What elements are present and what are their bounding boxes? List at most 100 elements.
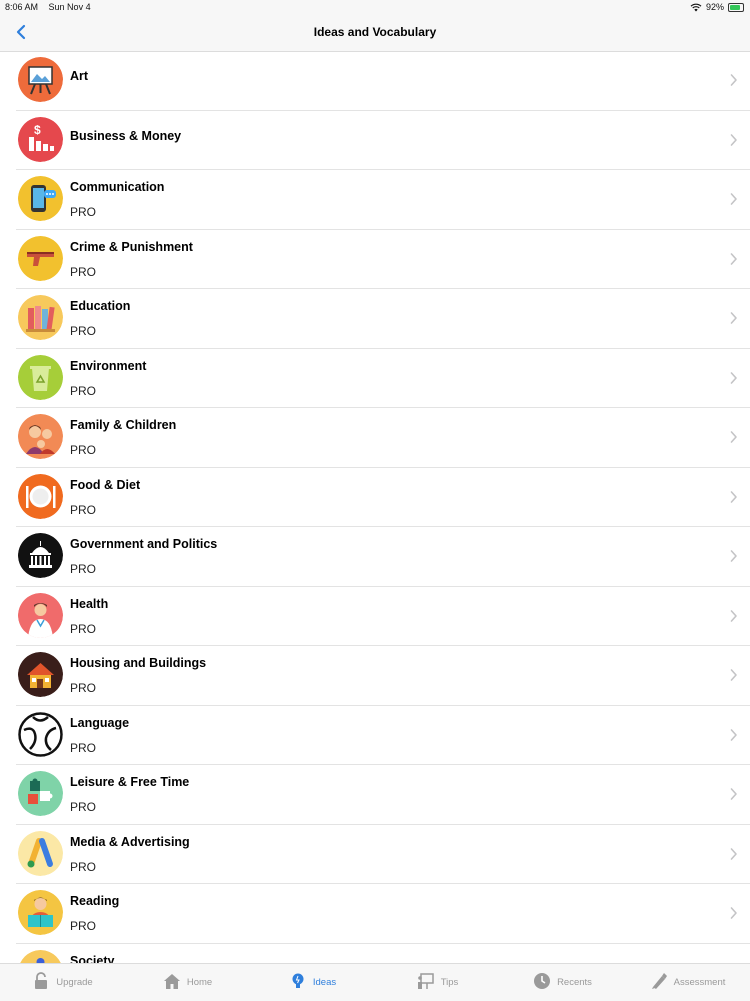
pro-badge: PRO <box>70 681 97 695</box>
phone-chat-icon <box>18 176 63 221</box>
chevron-right-icon <box>730 906 738 920</box>
tab-bar: Upgrade Home Ideas Tips Recents Assessment <box>0 963 750 1001</box>
status-bar: 8:06 AM Sun Nov 4 92% <box>0 0 750 14</box>
doctor-icon <box>18 592 63 638</box>
list-item[interactable]: Education PRO <box>16 289 750 349</box>
list-item-title: Communication <box>70 180 165 194</box>
pro-badge: PRO <box>70 502 97 517</box>
pro-badge: PRO <box>70 859 97 874</box>
list-item-title: Food & Diet <box>70 477 141 492</box>
battery-percent: 92% <box>705 2 724 12</box>
list-item[interactable]: Art <box>16 51 750 111</box>
presentation-icon <box>417 972 435 993</box>
list-item[interactable]: Food & Diet PRO <box>16 468 750 527</box>
list-item-title: Environment <box>70 358 147 373</box>
family-icon <box>18 414 63 459</box>
pro-badge: PRO <box>70 205 97 219</box>
tab-label: Ideas <box>312 977 337 988</box>
chevron-right-icon <box>730 133 738 147</box>
plate-icon <box>18 473 63 519</box>
list-item[interactable]: Housing and Buildings PRO <box>16 646 750 706</box>
list-item[interactable]: Environment PRO <box>16 349 750 408</box>
list-item-title: Health <box>70 596 109 611</box>
tab-label: Tips <box>440 977 459 988</box>
home-icon <box>163 972 181 993</box>
pro-badge: PRO <box>70 443 97 457</box>
house-icon <box>18 652 63 697</box>
chevron-right-icon <box>730 609 738 623</box>
list-item[interactable]: Family & Children PRO <box>16 408 750 468</box>
books-icon <box>18 295 63 340</box>
chevron-right-icon <box>730 787 738 801</box>
list-item[interactable]: Media & Advertising PRO <box>16 825 750 884</box>
pro-badge: PRO <box>70 919 97 933</box>
list-item[interactable]: Leisure & Free Time PRO <box>16 765 750 825</box>
tab-label: Home <box>186 977 213 988</box>
chevron-right-icon <box>730 728 738 742</box>
chevron-right-icon <box>730 371 738 385</box>
reader-icon <box>18 890 63 935</box>
list-item-title: Housing and Buildings <box>70 656 207 670</box>
ads-logo-icon <box>18 830 63 876</box>
puzzle-icon <box>18 771 63 816</box>
globe-icon <box>18 711 63 757</box>
list-item[interactable]: Government and Politics PRO <box>16 527 750 587</box>
money-chart-icon: $ <box>18 116 63 162</box>
gun-icon <box>18 235 63 281</box>
chevron-right-icon <box>730 847 738 861</box>
tab-label: Assessment <box>673 977 726 988</box>
list-item-title: Education <box>70 299 131 313</box>
list-item[interactable]: Language PRO <box>16 706 750 765</box>
list-item[interactable]: $ Business & Money <box>16 111 750 170</box>
people-icon <box>18 949 63 963</box>
list-item-title: Leisure & Free Time <box>70 775 190 789</box>
topic-list: Art $ Business & Money Communication PRO Crim… <box>0 51 750 963</box>
list-item[interactable]: Reading PRO <box>16 884 750 944</box>
list-item-title: Language <box>70 715 130 730</box>
list-item[interactable]: Health PRO <box>16 587 750 646</box>
chevron-right-icon <box>730 549 738 563</box>
chevron-right-icon <box>730 252 738 266</box>
tab-home[interactable]: Home <box>125 964 250 1001</box>
tab-ideas[interactable]: Ideas <box>250 964 375 1001</box>
tab-recents[interactable]: Recents <box>500 964 625 1001</box>
list-item[interactable]: Communication PRO <box>16 170 750 230</box>
list-item-title: Government and Politics <box>70 537 218 551</box>
recycle-bin-icon <box>18 354 63 400</box>
chevron-right-icon <box>730 73 738 87</box>
easel-icon <box>18 57 63 102</box>
navigation-bar: Ideas and Vocabulary <box>0 14 750 52</box>
tab-assessment[interactable]: Assessment <box>625 964 750 1001</box>
pro-badge: PRO <box>70 383 97 398</box>
tab-tips[interactable]: Tips <box>375 964 500 1001</box>
clock-icon <box>533 972 551 993</box>
status-time: 8:06 AM <box>5 2 39 12</box>
tab-upgrade[interactable]: Upgrade <box>0 964 125 1001</box>
pen-icon <box>650 972 668 993</box>
lightbulb-icon <box>289 972 307 993</box>
list-item-title: Business & Money <box>70 128 182 143</box>
pro-badge: PRO <box>70 324 97 338</box>
list-item-title: Family & Children <box>70 418 177 432</box>
capitol-icon <box>18 533 63 578</box>
pro-badge: PRO <box>70 621 97 636</box>
list-item-title: Reading <box>70 894 120 908</box>
list-item[interactable]: SocietyPRO <box>16 944 750 964</box>
list-item-title: Art <box>70 69 89 83</box>
chevron-right-icon <box>730 311 738 325</box>
list-item[interactable]: Crime & Punishment PRO <box>16 230 750 289</box>
list-item-title: Crime & Punishment <box>70 239 193 254</box>
svg-text:$: $ <box>34 123 41 137</box>
list-item-title: Society <box>70 953 115 964</box>
pro-badge: PRO <box>70 264 97 279</box>
chevron-right-icon <box>730 192 738 206</box>
pro-badge: PRO <box>70 800 97 814</box>
page-title: Ideas and Vocabulary <box>313 25 437 39</box>
tab-label: Recents <box>557 977 592 988</box>
lock-icon <box>32 972 50 993</box>
chevron-right-icon <box>730 668 738 682</box>
list-item-title: Media & Advertising <box>70 834 190 849</box>
tab-label: Upgrade <box>56 977 93 988</box>
status-date: Sun Nov 4 <box>48 2 91 12</box>
battery-icon <box>728 2 744 12</box>
